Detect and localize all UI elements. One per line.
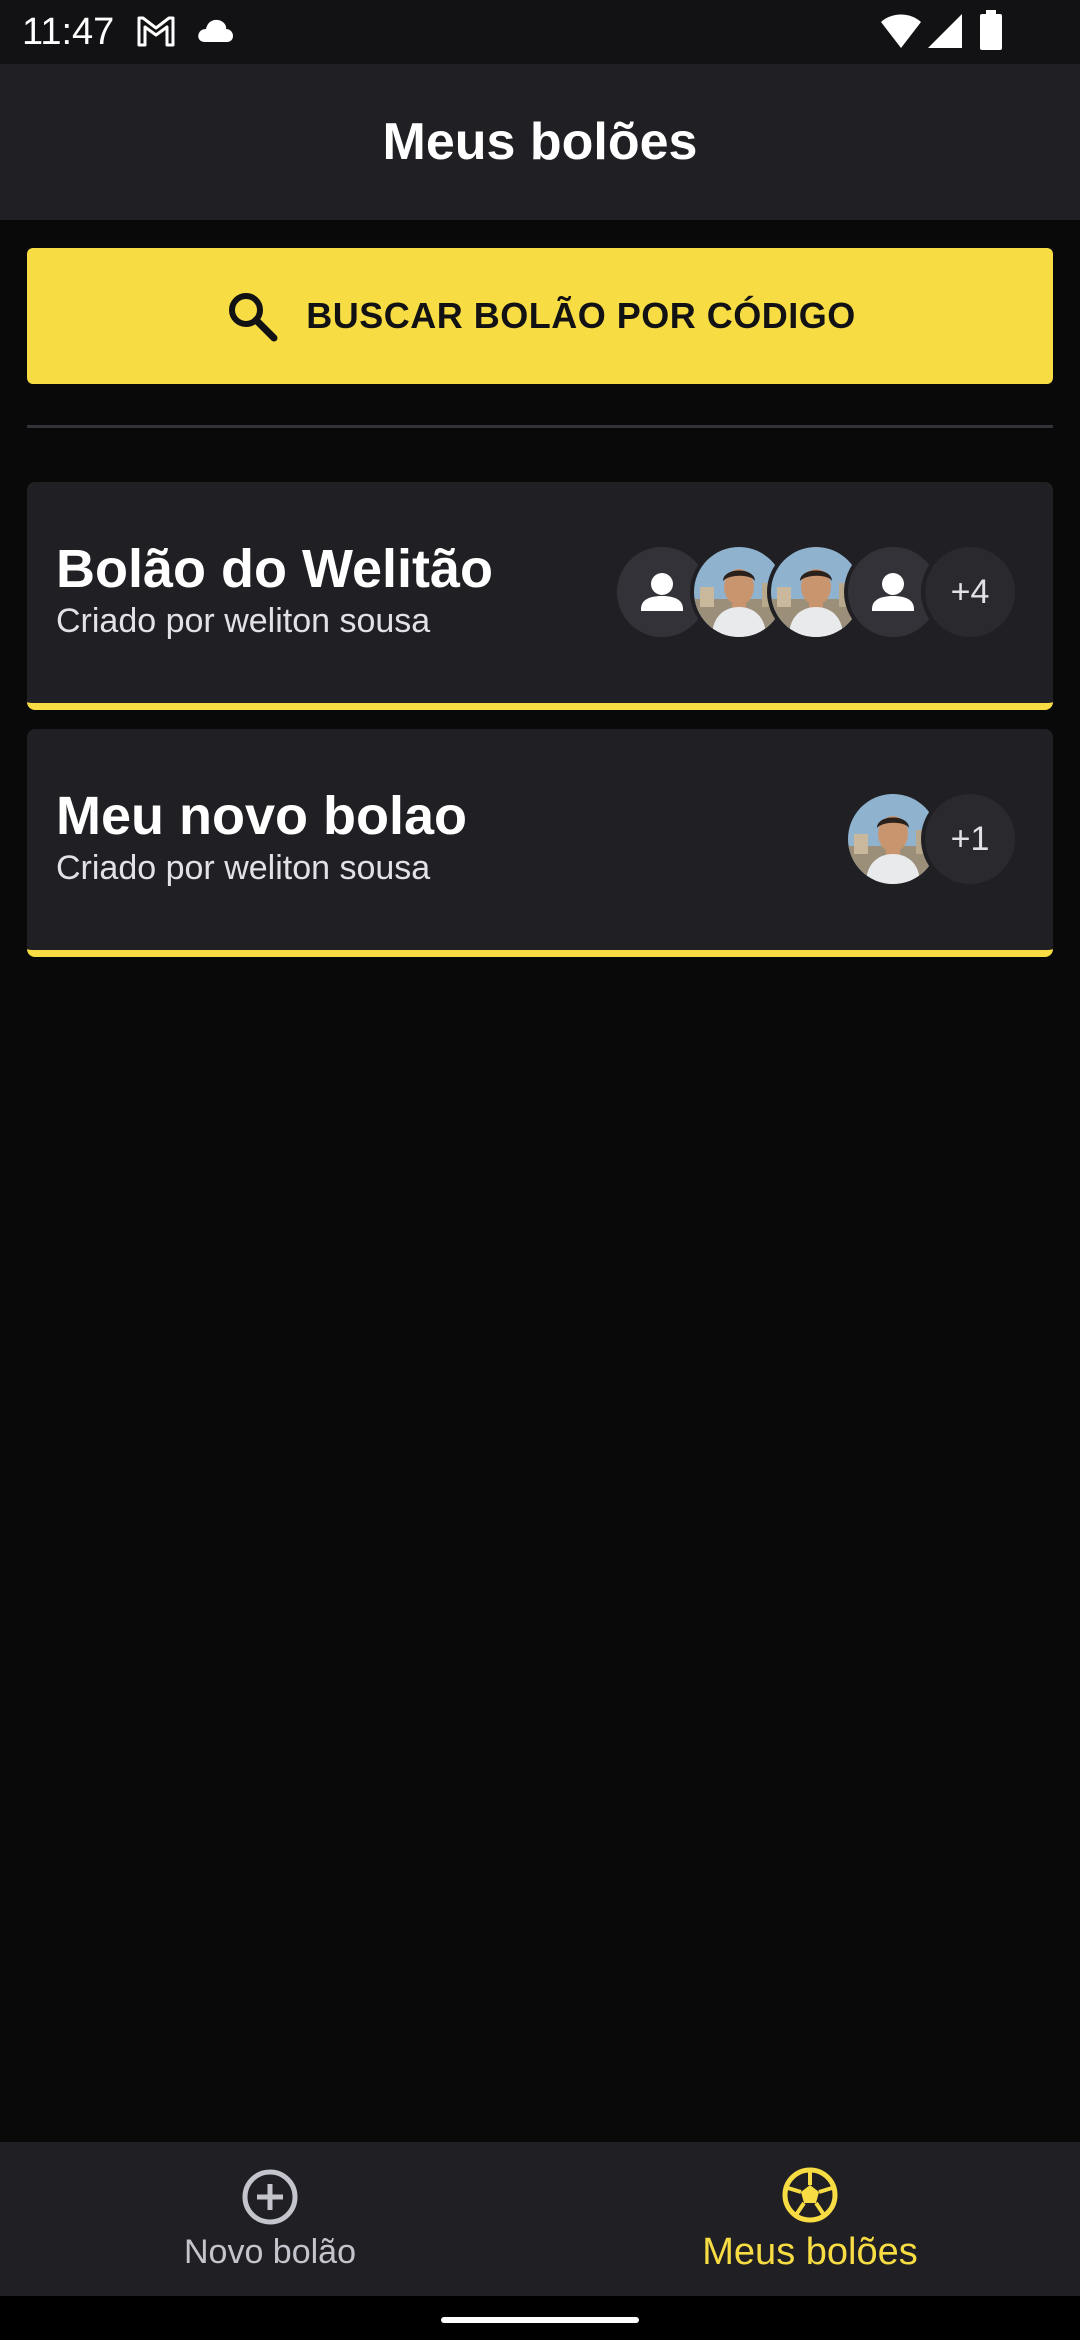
- participants-extra-count: +4: [925, 547, 1015, 637]
- search-icon: [229, 293, 278, 342]
- status-bar: 11:47: [0, 0, 1080, 64]
- battery-icon: [980, 10, 1002, 50]
- nav-my-pools[interactable]: Meus bolões: [540, 2142, 1080, 2296]
- gmail-icon: [137, 16, 175, 47]
- search-by-code-button[interactable]: BUSCAR BOLÃO POR CÓDIGO: [27, 248, 1053, 384]
- signal-icon: [928, 14, 962, 48]
- participants-avatars: +4: [617, 547, 1015, 637]
- nav-my-pools-label: Meus bolões: [702, 2230, 918, 2273]
- app-header: Meus bolões: [0, 64, 1080, 220]
- nav-new-pool-label: Novo bolão: [183, 2232, 356, 2271]
- wifi-icon: [881, 14, 921, 48]
- soccer-ball-icon: [782, 2167, 838, 2222]
- pool-card[interactable]: Meu novo bolao Criado por weliton sousa …: [27, 729, 1053, 957]
- divider: [27, 425, 1053, 428]
- screen: 11:47 Meus bolões BUSCAR BOLÃO POR CÓDIG…: [0, 0, 1080, 2340]
- pool-title: Bolão do Welitão: [56, 539, 494, 599]
- participants-avatars: +1: [848, 794, 1015, 884]
- pool-card[interactable]: Bolão do Welitão Criado por weliton sous…: [27, 482, 1053, 710]
- participants-extra-count: +1: [925, 794, 1015, 884]
- search-button-label: BUSCAR BOLÃO POR CÓDIGO: [306, 295, 856, 336]
- add-circle-icon: [242, 2169, 298, 2224]
- cloud-icon: [198, 19, 233, 42]
- gesture-handle[interactable]: [441, 2317, 639, 2323]
- nav-new-pool[interactable]: Novo bolão: [0, 2142, 540, 2296]
- pool-owner: Criado por weliton sousa: [56, 602, 431, 640]
- bottom-nav: Novo bolão Meus bolões: [0, 2142, 1080, 2296]
- page-title: Meus bolões: [382, 113, 698, 171]
- status-time: 11:47: [22, 11, 115, 53]
- pool-title: Meu novo bolao: [56, 786, 467, 846]
- pool-owner: Criado por weliton sousa: [56, 849, 431, 887]
